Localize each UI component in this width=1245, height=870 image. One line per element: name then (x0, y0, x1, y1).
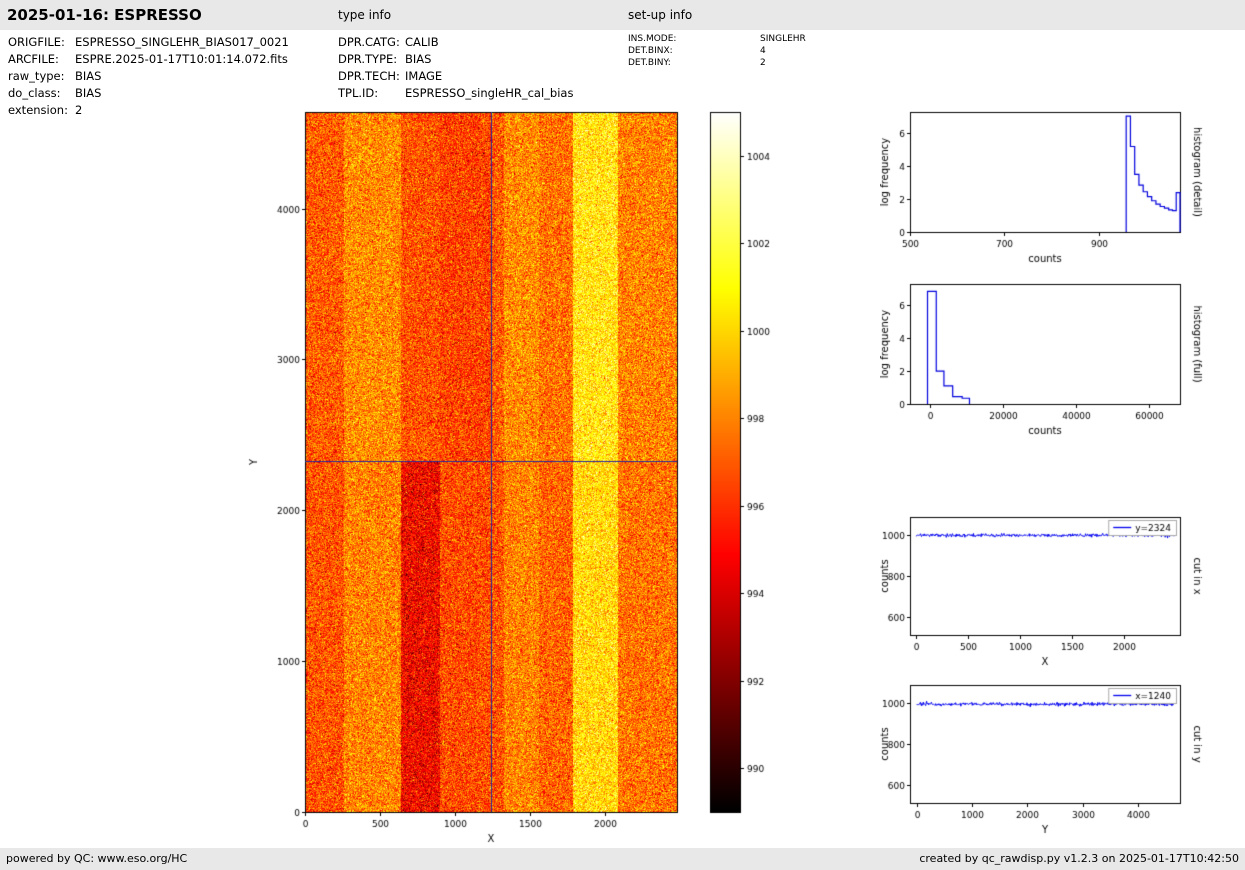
colorbar (700, 100, 785, 860)
rawtype-label: raw_type: (8, 68, 75, 85)
footer-powered-by: powered by QC: www.eso.org/HC (6, 852, 187, 865)
dpr-tech-value: IMAGE (405, 68, 442, 85)
rawtype-value: BIAS (75, 68, 101, 85)
arcfile-label: ARCFILE: (8, 51, 75, 68)
setup-info-block: INS.MODE: SINGLEHR DET.BINX: 4 DET.BINY:… (628, 33, 806, 69)
histogram-full-plot (880, 272, 1215, 447)
extension-label: extension: (8, 102, 75, 119)
setup-info-heading: set-up info (628, 8, 692, 22)
origfile-value: ESPRESSO_SINGLEHR_BIAS017_0021 (75, 34, 289, 51)
arcfile-value: ESPRE.2025-01-17T10:01:14.072.fits (75, 51, 288, 68)
det-binx-label: DET.BINX: (628, 45, 760, 57)
file-info-row: ARCFILE: ESPRE.2025-01-17T10:01:14.072.f… (8, 51, 289, 68)
extension-value: 2 (75, 102, 82, 119)
doclass-value: BIAS (75, 85, 101, 102)
det-biny-value: 2 (760, 57, 766, 69)
header-bar: 2025-01-16: ESPRESSO type info set-up in… (0, 0, 1245, 30)
setup-info-row: DET.BINX: 4 (628, 45, 806, 57)
type-info-block: DPR.CATG: CALIB DPR.TYPE: BIAS DPR.TECH:… (338, 34, 573, 102)
page-title: 2025-01-16: ESPRESSO (7, 6, 202, 24)
qc-report-page: 2025-01-16: ESPRESSO type info set-up in… (0, 0, 1245, 870)
cut-in-x-plot (880, 505, 1215, 680)
dpr-tech-label: DPR.TECH: (338, 68, 405, 85)
type-info-row: DPR.CATG: CALIB (338, 34, 573, 51)
file-info-row: raw_type: BIAS (8, 68, 289, 85)
raw-image-plot (240, 100, 700, 860)
det-biny-label: DET.BINY: (628, 57, 760, 69)
type-info-row: DPR.TYPE: BIAS (338, 51, 573, 68)
type-info-row: DPR.TECH: IMAGE (338, 68, 573, 85)
type-info-heading: type info (338, 8, 391, 22)
setup-info-row: DET.BINY: 2 (628, 57, 806, 69)
cut-in-y-plot (880, 673, 1215, 848)
dpr-catg-label: DPR.CATG: (338, 34, 405, 51)
footer-bar: powered by QC: www.eso.org/HC created by… (0, 848, 1245, 870)
origfile-label: ORIGFILE: (8, 34, 75, 51)
doclass-label: do_class: (8, 85, 75, 102)
ins-mode-value: SINGLEHR (760, 33, 806, 45)
histogram-detail-plot (880, 100, 1215, 275)
dpr-type-value: BIAS (405, 51, 431, 68)
footer-created-by: created by qc_rawdisp.py v1.2.3 on 2025-… (919, 852, 1239, 865)
dpr-type-label: DPR.TYPE: (338, 51, 405, 68)
setup-info-row: INS.MODE: SINGLEHR (628, 33, 806, 45)
ins-mode-label: INS.MODE: (628, 33, 760, 45)
file-info-row: ORIGFILE: ESPRESSO_SINGLEHR_BIAS017_0021 (8, 34, 289, 51)
det-binx-value: 4 (760, 45, 766, 57)
dpr-catg-value: CALIB (405, 34, 439, 51)
